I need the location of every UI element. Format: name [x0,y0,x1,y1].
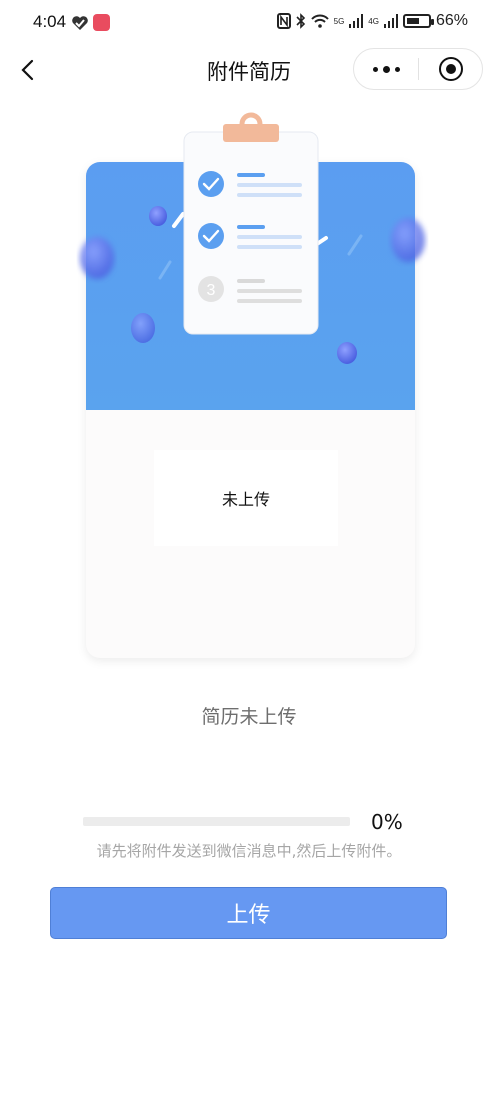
target-icon [438,57,463,81]
upload-progress-bar [83,817,350,826]
more-options-button[interactable] [354,49,418,89]
resume-card: 未上传 [86,162,415,658]
resume-status-text: 简历未上传 [201,706,297,728]
card-banner [86,162,415,410]
more-dot-icon [394,66,400,72]
signal-4g-icon [383,14,398,28]
app-notification-icon [93,14,110,31]
bluetooth-icon [296,13,305,29]
close-miniprogram-button[interactable] [419,49,482,89]
status-bar: 4:04 5G 4G 66% [0,0,498,46]
network-4g-label: 4G [368,16,379,26]
status-left-icons [71,14,110,31]
signal-5g-icon [349,14,364,28]
battery-percent: 66% [435,12,468,29]
upload-button[interactable]: 上传 [50,887,447,939]
more-dot-icon [372,66,378,72]
battery-icon [402,14,434,28]
nfc-icon [276,13,291,29]
status-time: 4:04 [33,12,67,31]
miniprogram-capsule [353,48,483,90]
more-dot-icon [382,65,390,73]
status-right-icons: 5G 4G 66% [276,12,468,30]
heart-check-icon [72,15,88,30]
battery-fill [406,18,419,24]
upload-hint: 请先将附件发送到微信消息中,然后上传附件。 [96,842,402,860]
clipboard-clip [223,124,279,142]
wifi-icon [310,14,329,28]
upload-state-box: 未上传 [154,450,338,546]
network-5g-label: 5G [333,16,345,26]
nav-bar: 附件简历 [0,46,498,92]
upload-progress-label: 0% [371,810,403,834]
